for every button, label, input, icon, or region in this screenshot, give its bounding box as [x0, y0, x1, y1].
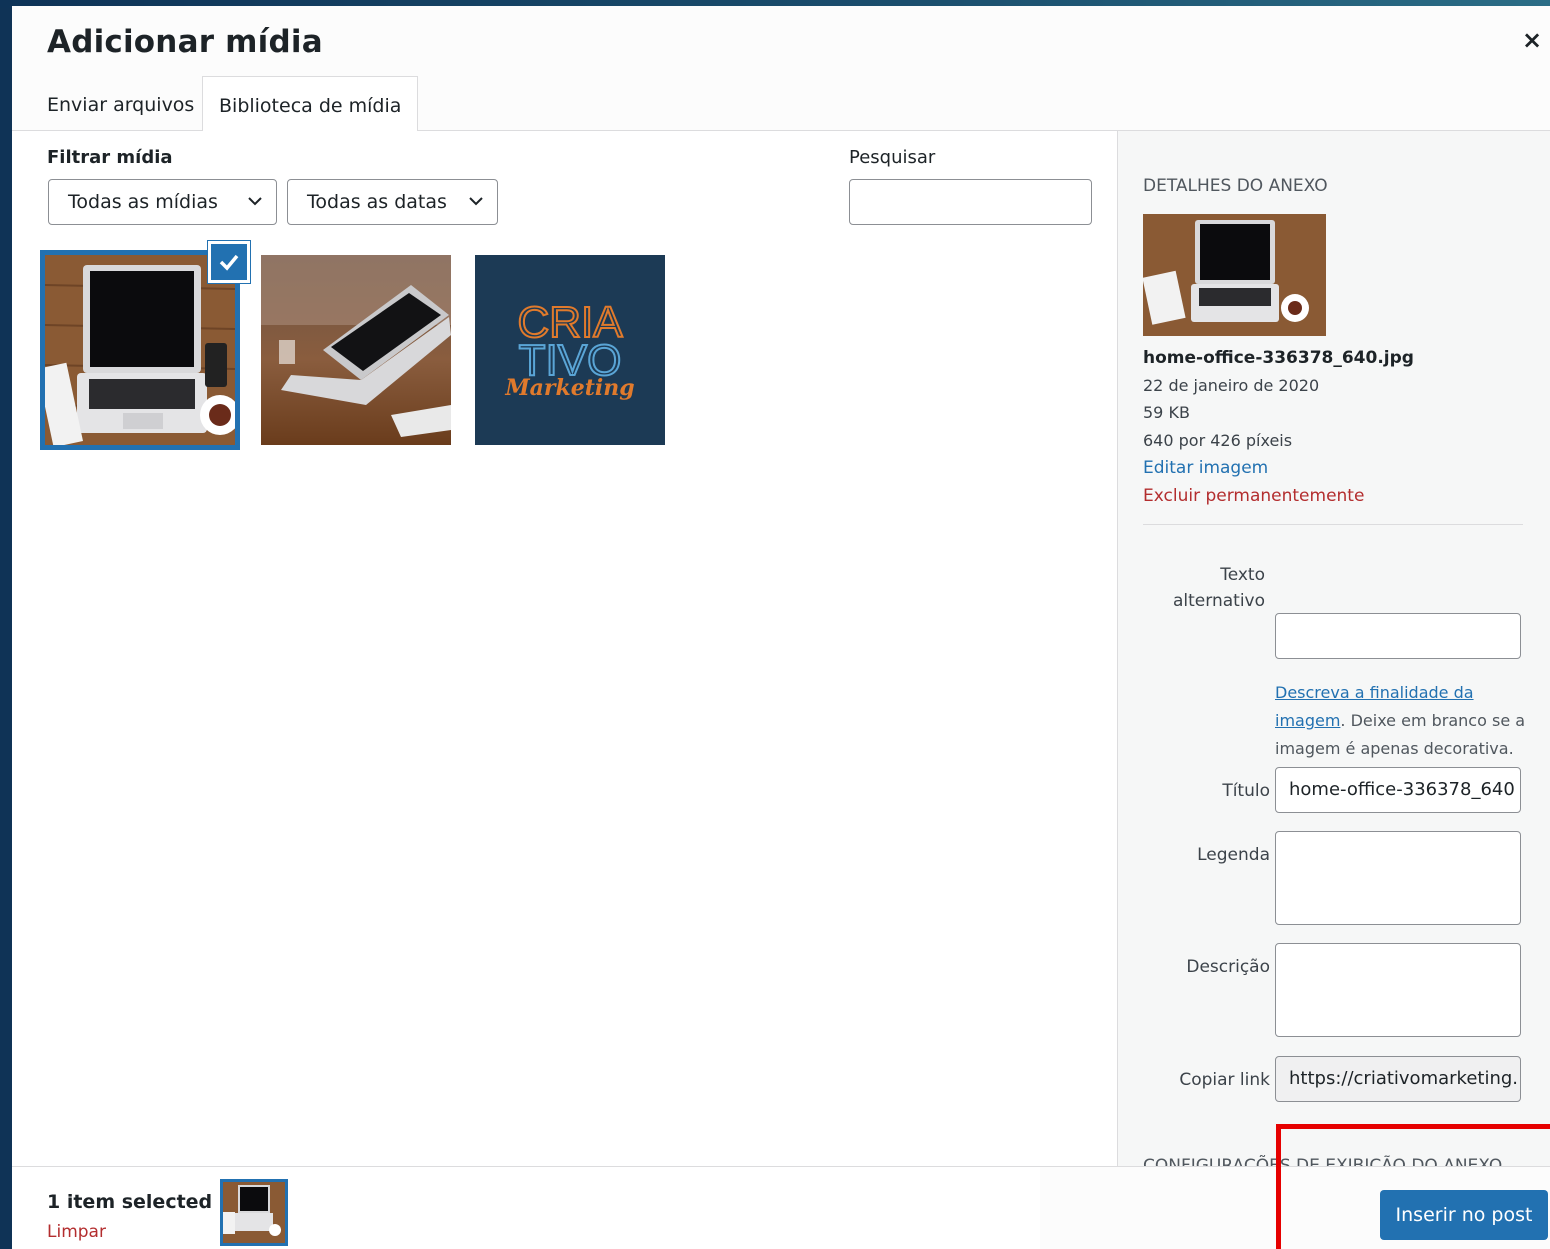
display-settings-heading: CONFIGURAÇÕES DE EXIBIÇÃO DO ANEXO — [1143, 1156, 1503, 1166]
laptop-table-image — [261, 255, 451, 445]
tab-upload-files[interactable]: Enviar arquivos — [31, 76, 210, 131]
media-type-select-value: Todas as mídias — [68, 191, 218, 213]
media-date-select-value: Todas as datas — [307, 191, 447, 213]
media-item-logo[interactable]: CRIA TIVO Marketing — [475, 255, 665, 445]
insert-into-post-button[interactable]: Inserir no post — [1380, 1190, 1548, 1240]
close-icon[interactable]: × — [1520, 28, 1544, 52]
alt-text-help: Descreva a finalidade da imagem. Deixe e… — [1275, 679, 1530, 763]
media-item-laptop[interactable] — [261, 255, 451, 445]
selection-count: 1 item selected — [47, 1191, 213, 1213]
media-modal: Adicionar mídia × Enviar arquivos Biblio… — [12, 6, 1550, 1249]
laptop-desk-image — [45, 255, 235, 445]
tab-bar: Enviar arquivos Biblioteca de mídia — [12, 76, 1550, 132]
copy-link-input[interactable]: https://criativomarketing. — [1275, 1056, 1521, 1102]
description-label: Descrição — [1186, 957, 1270, 977]
alt-text-help-link-part-1: Descreva a finalidade da — [1275, 683, 1474, 702]
copy-link-label: Copiar link — [1179, 1070, 1270, 1090]
selected-check-icon[interactable] — [208, 241, 250, 283]
tab-media-library[interactable]: Biblioteca de mídia — [202, 76, 419, 132]
alt-text-input[interactable] — [1275, 613, 1521, 659]
logo-line-3: Marketing — [504, 375, 634, 401]
attachment-dimensions: 640 por 426 píxeis — [1143, 431, 1293, 450]
title-label: Título — [1222, 781, 1270, 801]
clear-selection-link[interactable]: Limpar — [47, 1222, 106, 1242]
media-type-select[interactable]: Todas as mídias — [48, 179, 277, 225]
divider — [1143, 524, 1523, 525]
attachment-size: 59 KB — [1143, 403, 1190, 422]
attachment-filename: home-office-336378_640.jpg — [1143, 348, 1414, 368]
alt-text-label-line-2: alternativo — [1173, 591, 1265, 611]
edit-image-link[interactable]: Editar imagem — [1143, 458, 1268, 478]
description-textarea[interactable] — [1275, 943, 1521, 1037]
chevron-down-icon — [248, 197, 262, 206]
alt-text-label-line-1: Texto — [1220, 565, 1265, 585]
attachment-details-heading: DETALHES DO ANEXO — [1143, 176, 1328, 196]
criativo-logo: CRIA TIVO Marketing — [475, 255, 665, 445]
search-label: Pesquisar — [849, 147, 936, 168]
alt-text-help-link-part-2: imagem — [1275, 711, 1341, 730]
media-item-home-office[interactable] — [40, 250, 240, 450]
filter-label: Filtrar mídia — [47, 147, 173, 168]
caption-label: Legenda — [1197, 845, 1270, 865]
delete-permanently-link[interactable]: Excluir permanentemente — [1143, 486, 1364, 506]
caption-textarea[interactable] — [1275, 831, 1521, 925]
media-browser: Filtrar mídia Todas as mídias Todas as d… — [12, 131, 1117, 1166]
title-input[interactable]: home-office-336378_640 — [1275, 767, 1521, 813]
media-date-select[interactable]: Todas as datas — [287, 179, 498, 225]
media-toolbar: 1 item selected Limpar Inserir no post — [12, 1166, 1550, 1249]
modal-title: Adicionar mídia — [47, 24, 323, 60]
attachment-preview — [1143, 214, 1326, 336]
chevron-down-icon — [469, 197, 483, 206]
attachment-details-sidebar: DETALHES DO ANEXO home-office-336378_640… — [1117, 131, 1550, 1166]
selection-thumbnail[interactable] — [220, 1179, 288, 1246]
attachment-date: 22 de janeiro de 2020 — [1143, 376, 1320, 395]
search-input[interactable] — [849, 179, 1092, 225]
